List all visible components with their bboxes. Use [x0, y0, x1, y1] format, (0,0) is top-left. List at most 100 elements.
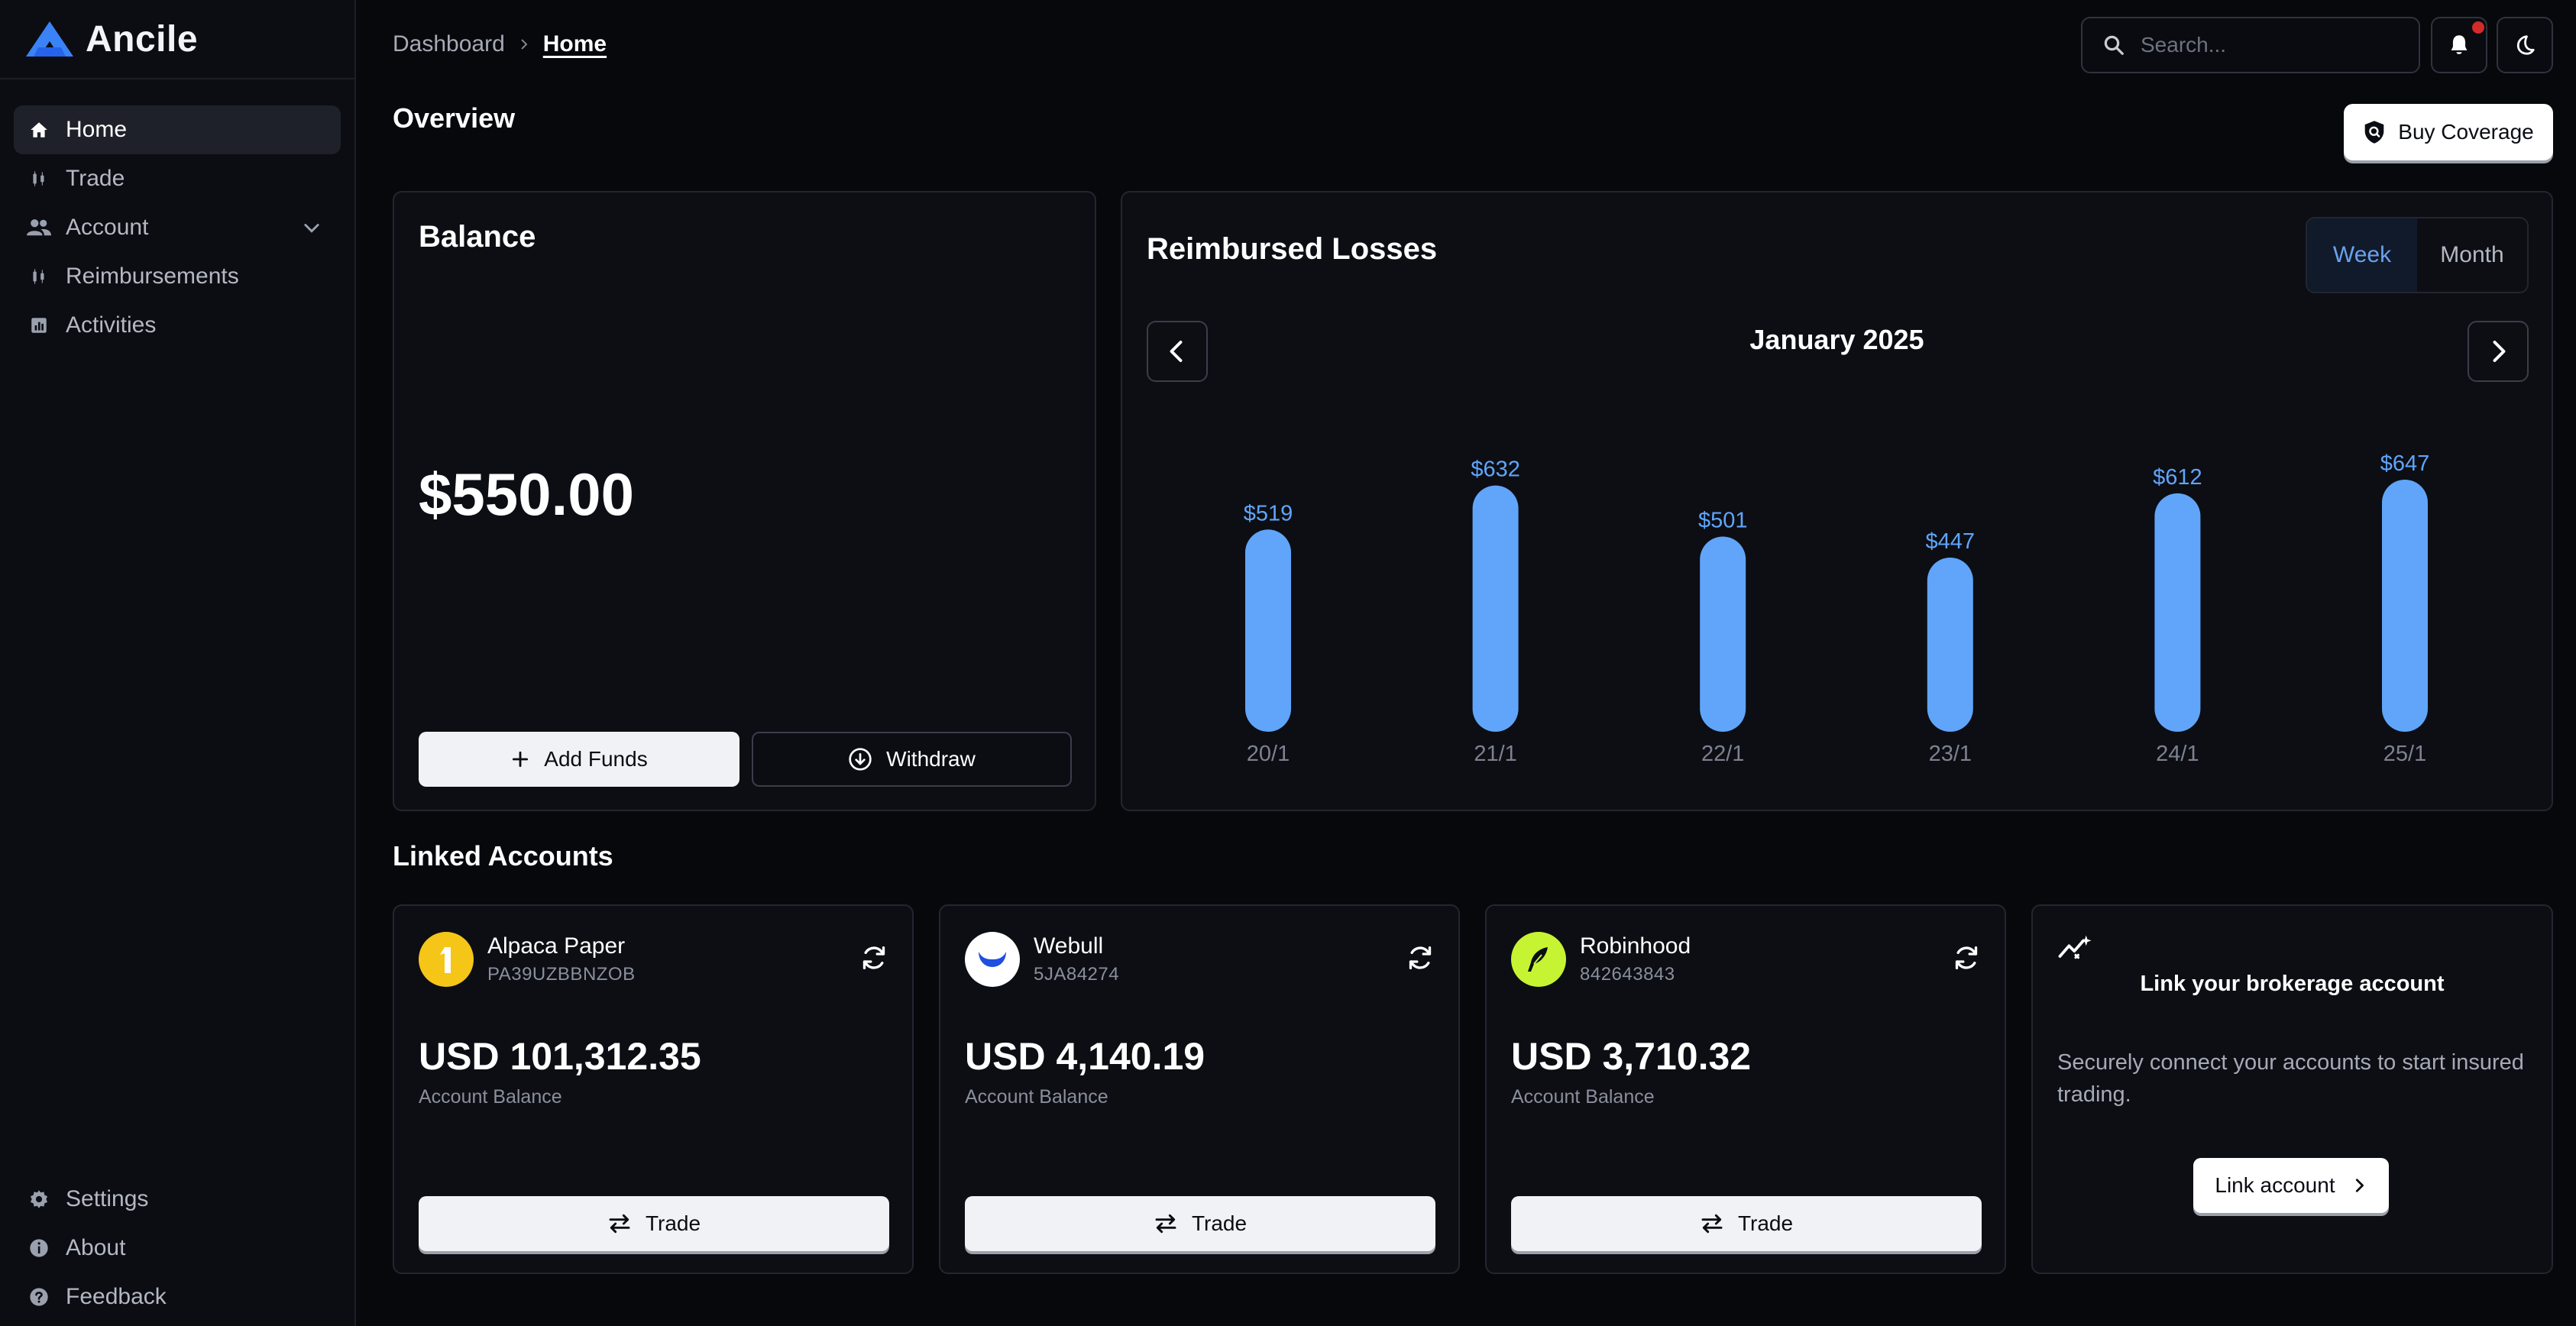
trade-button[interactable]: Trade [419, 1196, 889, 1251]
webull-logo-icon [965, 932, 1020, 987]
sidebar-item-label: Account [66, 215, 149, 240]
account-id: 842643843 [1580, 964, 1675, 985]
moon-icon [2513, 34, 2536, 57]
refresh-icon[interactable] [1405, 943, 1435, 973]
search-box[interactable] [2081, 17, 2420, 73]
chart-value-label: $519 [1244, 501, 1293, 526]
sidebar-item-settings[interactable]: Settings [14, 1175, 341, 1224]
chart-bar[interactable] [1472, 485, 1519, 732]
account-card-robinhood: Robinhood 842643843 USD 3,710.32 Account… [1485, 904, 2006, 1274]
account-id: 5JA84274 [1034, 964, 1120, 985]
trade-button[interactable]: Trade [1511, 1196, 1982, 1251]
breadcrumb-home[interactable]: Home [543, 31, 607, 57]
search-icon [2102, 34, 2125, 57]
account-balance-label: Account Balance [965, 1086, 1108, 1108]
users-icon [26, 215, 52, 241]
reimbursed-losses-card: Reimbursed Losses Week Month January 202… [1121, 191, 2553, 811]
chart-tick-label: 25/1 [2383, 742, 2426, 766]
chart-value-label: $632 [1471, 458, 1520, 482]
ancile-logo-icon [23, 20, 76, 58]
sidebar-item-home[interactable]: Home [14, 105, 341, 154]
account-balance: USD 4,140.19 [965, 1035, 1205, 1078]
trade-button[interactable]: Trade [965, 1196, 1435, 1251]
chart-bar[interactable] [1927, 558, 1973, 732]
sidebar-item-feedback[interactable]: Feedback [14, 1273, 341, 1321]
breadcrumb-dashboard[interactable]: Dashboard [393, 31, 505, 57]
chevron-down-icon[interactable] [301, 217, 322, 238]
bar-chart-icon [26, 312, 52, 338]
help-icon [26, 1284, 52, 1310]
search-input[interactable] [2141, 33, 2393, 57]
swap-icon [1700, 1213, 1724, 1234]
withdraw-label: Withdraw [886, 747, 976, 771]
balance-card: Balance $550.00 Add Funds Withdraw [393, 191, 1096, 811]
chart-tick-label: 24/1 [2156, 742, 2199, 766]
account-id: PA39UZBBNZOB [487, 964, 636, 985]
chart-tick-label: 22/1 [1701, 742, 1744, 766]
sidebar-item-label: Activities [66, 312, 157, 338]
chart-value-label: $612 [2153, 465, 2202, 490]
sidebar-item-trade[interactable]: Trade [14, 154, 341, 203]
chart-tick-label: 20/1 [1247, 742, 1290, 766]
account-balance: USD 3,710.32 [1511, 1035, 1752, 1078]
chart-tick-label: 21/1 [1474, 742, 1516, 766]
chart-value-label: $447 [1926, 529, 1976, 554]
sidebar-item-label: Settings [66, 1186, 149, 1211]
theme-toggle-button[interactable] [2497, 17, 2553, 73]
sidebar-item-label: About [66, 1235, 126, 1260]
refresh-icon[interactable] [859, 943, 889, 973]
notifications-button[interactable] [2431, 17, 2487, 73]
sidebar-nav: Home Trade Account Reimbursements Activi… [0, 79, 354, 350]
sidebar-item-about[interactable]: About [14, 1224, 341, 1273]
download-circle-icon [848, 747, 872, 771]
withdraw-button[interactable]: Withdraw [752, 732, 1072, 787]
sidebar-item-label: Feedback [66, 1284, 167, 1309]
account-name: Webull [1034, 933, 1104, 959]
link-brokerage-card: Link your brokerage account Securely con… [2031, 904, 2553, 1274]
plus-icon [510, 749, 530, 769]
link-account-label: Link account [2215, 1173, 2335, 1197]
sidebar-item-label: Trade [66, 166, 125, 191]
shield-search-icon [2363, 120, 2386, 144]
brand[interactable]: Ancile [0, 0, 354, 79]
brand-name: Ancile [86, 18, 199, 60]
link-card-description: Securely connect your accounts to start … [2057, 1050, 2524, 1107]
account-balance-label: Account Balance [419, 1086, 562, 1108]
chart-bar[interactable] [2382, 480, 2428, 732]
chart-bar[interactable] [1245, 529, 1291, 732]
chart-bar[interactable] [2154, 493, 2201, 732]
trade-label: Trade [1737, 1211, 1794, 1235]
breadcrumb: Dashboard Home [393, 27, 607, 61]
home-icon [26, 117, 52, 143]
chevron-right-icon [2351, 1177, 2367, 1194]
sidebar-item-account[interactable]: Account [14, 203, 341, 252]
account-name: Alpaca Paper [487, 933, 626, 959]
account-balance-label: Account Balance [1511, 1086, 1655, 1108]
trade-label: Trade [645, 1211, 701, 1235]
trade-label: Trade [1191, 1211, 1248, 1235]
bell-icon [2448, 34, 2470, 57]
account-card-webull: Webull 5JA84274 USD 4,140.19 Account Bal… [939, 904, 1460, 1274]
sidebar-bottom-nav: Settings About Feedback [14, 1175, 341, 1321]
robinhood-feather-icon [1511, 932, 1566, 987]
linked-accounts-title: Linked Accounts [393, 840, 613, 872]
chart-bar[interactable] [1700, 536, 1746, 732]
buy-coverage-label: Buy Coverage [2398, 120, 2534, 144]
chevron-right-icon [517, 37, 531, 51]
account-card-alpaca: Alpaca Paper PA39UZBBNZOB USD 101,312.35… [393, 904, 914, 1274]
trend-sparkle-icon [2057, 933, 2094, 961]
sidebar: Ancile Home Trade Account Reimbursements… [0, 0, 356, 1326]
sidebar-item-activities[interactable]: Activities [14, 301, 341, 350]
info-icon [26, 1235, 52, 1261]
sidebar-item-reimbursements[interactable]: Reimbursements [14, 252, 341, 301]
chart-tick-label: 23/1 [1929, 742, 1972, 766]
balance-title: Balance [419, 220, 536, 254]
add-funds-label: Add Funds [544, 747, 648, 771]
chart-value-label: $647 [2380, 451, 2430, 476]
refresh-icon[interactable] [1951, 943, 1982, 973]
chart-value-label: $501 [1698, 508, 1748, 532]
buy-coverage-button[interactable]: Buy Coverage [2344, 104, 2553, 160]
add-funds-button[interactable]: Add Funds [419, 732, 739, 787]
swap-icon [1154, 1213, 1178, 1234]
link-account-button[interactable]: Link account [2193, 1158, 2389, 1213]
